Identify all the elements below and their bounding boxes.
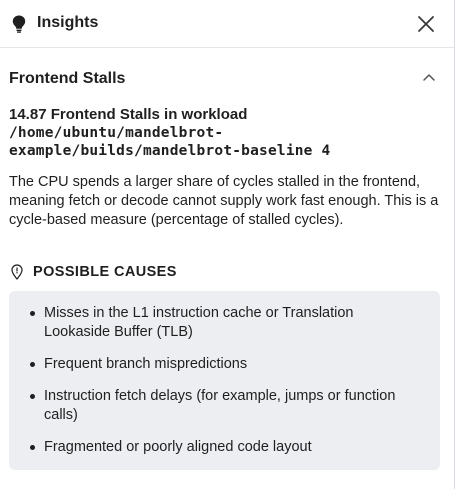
lightbulb-icon — [12, 15, 26, 33]
close-icon[interactable] — [415, 13, 437, 35]
panel-header: Insights — [0, 0, 454, 48]
chevron-up-icon[interactable] — [420, 70, 438, 84]
metric-summary: 14.87 Frontend Stalls in workload /home/… — [9, 106, 439, 160]
bullet-icon — [30, 362, 35, 367]
metric-value-line: 14.87 Frontend Stalls in workload — [9, 106, 248, 123]
section-header-frontend-stalls[interactable]: Frontend Stalls — [0, 60, 454, 96]
workload-path-line-2: example/builds/mandelbrot-baseline 4 — [9, 143, 331, 159]
panel-title: Insights — [37, 14, 99, 31]
metric-description: The CPU spends a larger share of cycles … — [9, 174, 439, 228]
section-title: Frontend Stalls — [9, 70, 126, 87]
bullet-icon — [30, 311, 35, 316]
cause-item-text: Fragmented or poorly aligned code layout — [44, 439, 312, 455]
possible-causes-list-box: Misses in the L1 instruction cache or Tr… — [9, 291, 440, 470]
cause-item-text: Frequent branch mispredictions — [44, 356, 248, 372]
location-pin-icon — [11, 264, 23, 280]
cause-item-text: Instruction fetch delays (for example, j… — [44, 388, 396, 423]
workload-path-line-1: /home/ubuntu/mandelbrot- — [9, 125, 224, 141]
insights-panel: Insights Frontend Stalls 14.87 Frontend … — [0, 0, 455, 489]
bullet-icon — [30, 445, 35, 450]
bullet-icon — [30, 394, 35, 399]
cause-item-text: Misses in the L1 instruction cache or Tr… — [44, 305, 354, 340]
possible-causes-title: POSSIBLE CAUSES — [33, 264, 177, 280]
